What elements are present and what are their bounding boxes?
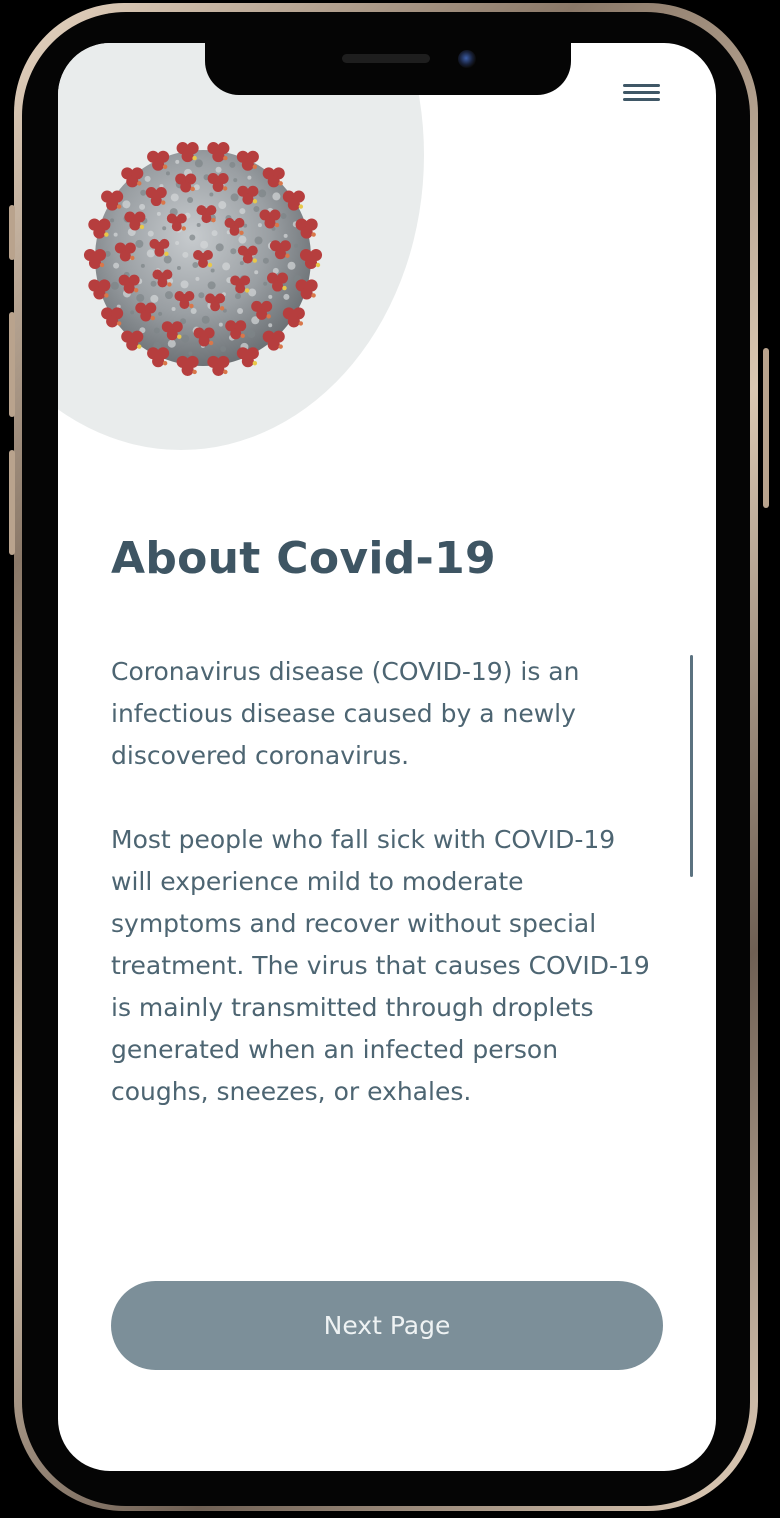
page-title: About Covid-19 xyxy=(111,533,496,584)
phone-side-button xyxy=(9,205,15,260)
coronavirus-illustration xyxy=(83,142,323,376)
hamburger-menu-icon[interactable] xyxy=(620,82,662,106)
phone-notch xyxy=(205,43,571,95)
front-camera xyxy=(458,50,476,68)
article-paragraph: Most people who fall sick with COVID-19 … xyxy=(111,825,650,1106)
menu-bar xyxy=(623,98,660,101)
next-page-button[interactable]: Next Page xyxy=(111,1281,663,1370)
phone-side-button xyxy=(763,348,769,508)
menu-bar xyxy=(623,91,660,94)
earpiece-speaker xyxy=(342,54,430,63)
scrollbar[interactable] xyxy=(690,655,693,877)
article-paragraph: Coronavirus disease (COVID-19) is an inf… xyxy=(111,657,580,770)
article-body: Coronavirus disease (COVID-19) is an inf… xyxy=(111,651,661,1113)
app-screen: About Covid-19 Coronavirus disease (COVI… xyxy=(58,43,716,1471)
phone-side-button xyxy=(9,450,15,555)
menu-bar xyxy=(623,84,660,87)
phone-side-button xyxy=(9,312,15,417)
